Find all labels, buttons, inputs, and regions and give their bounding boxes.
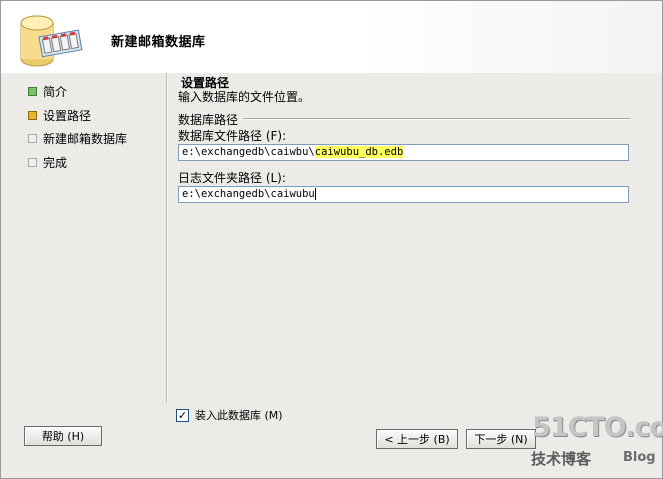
step-label: 设置路径 bbox=[43, 108, 92, 123]
database-icon bbox=[20, 15, 83, 67]
watermark: 51CTO.com 技术博客 Blog bbox=[516, 412, 663, 474]
log-folder-label: 日志文件夹路径 (L): bbox=[178, 171, 286, 185]
log-folder-path-value: e:\exchangedb\caiwubu bbox=[182, 188, 315, 200]
step-label: 新建邮箱数据库 bbox=[43, 132, 128, 147]
db-file-label: 数据库文件路径 (F): bbox=[178, 129, 287, 143]
watermark-logo: 51CTO.com bbox=[532, 412, 663, 443]
step-pending-icon bbox=[28, 134, 37, 144]
wizard-steps: 简介 设置路径 新建邮箱数据库 完成 bbox=[28, 80, 127, 174]
db-file-path-prefix: e:\exchangedb\caiwbu\ bbox=[182, 146, 315, 158]
log-folder-path-input[interactable]: e:\exchangedb\caiwubu bbox=[178, 186, 629, 203]
step-new-database: 新建邮箱数据库 bbox=[28, 127, 127, 151]
back-button[interactable]: < 上一步 (B) bbox=[376, 429, 458, 449]
watermark-subtitle: 技术博客 bbox=[531, 450, 592, 468]
step-finish: 完成 bbox=[28, 151, 127, 175]
group-divider bbox=[243, 118, 630, 120]
help-button[interactable]: 帮助 (H) bbox=[24, 426, 102, 446]
mount-database-label: 装入此数据库 (M) bbox=[195, 409, 283, 422]
wizard-header: 新建邮箱数据库 bbox=[1, 1, 662, 73]
db-file-name-highlight: caiwubu_db.edb bbox=[314, 146, 404, 158]
step-done-icon bbox=[28, 87, 37, 97]
mount-database-option[interactable]: ✓ 装入此数据库 (M) bbox=[176, 407, 283, 423]
step-label: 完成 bbox=[43, 155, 68, 170]
db-file-path-input[interactable]: e:\exchangedb\caiwbu\caiwubu_db.edb bbox=[178, 144, 629, 161]
mount-database-checkbox[interactable]: ✓ bbox=[176, 408, 189, 422]
step-set-path: 设置路径 bbox=[28, 104, 127, 128]
vertical-divider bbox=[166, 73, 171, 403]
step-intro: 简介 bbox=[28, 80, 127, 104]
text-caret bbox=[314, 188, 316, 200]
step-current-icon bbox=[28, 110, 37, 120]
section-description: 输入数据库的文件位置。 bbox=[178, 90, 311, 104]
step-pending-icon bbox=[28, 157, 37, 167]
wizard-title: 新建邮箱数据库 bbox=[111, 35, 206, 50]
group-label: 数据库路径 bbox=[178, 113, 239, 127]
step-label: 简介 bbox=[43, 85, 68, 100]
watermark-blog: Blog bbox=[623, 450, 656, 465]
